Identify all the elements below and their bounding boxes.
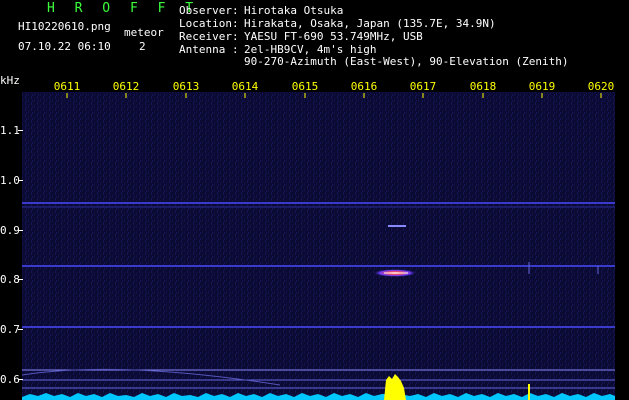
y-tick-label: 1.1 [0, 124, 20, 137]
waterfall-background [22, 92, 615, 400]
y-tick-mark [18, 180, 23, 181]
y-tick-label: 0.6 [0, 373, 20, 386]
y-tick-mark [18, 130, 23, 131]
y-tick-mark [18, 279, 23, 280]
y-tick-mark [18, 329, 23, 330]
y-tick-mark [18, 379, 23, 380]
y-tick-label: 0.7 [0, 323, 20, 336]
y-tick-label: 1.0 [0, 174, 20, 187]
y-tick-label: 0.9 [0, 224, 20, 237]
spectrogram [0, 92, 629, 400]
y-tick-mark [18, 230, 23, 231]
y-tick-label: 0.8 [0, 273, 20, 286]
